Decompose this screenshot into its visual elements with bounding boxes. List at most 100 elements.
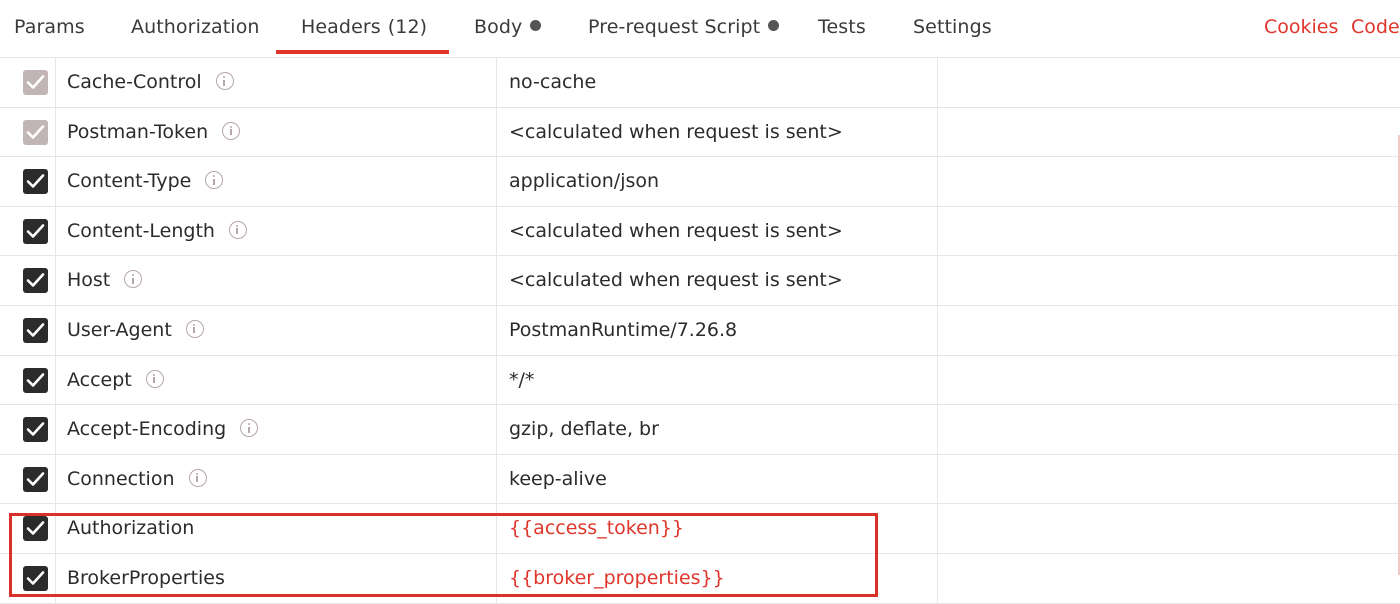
header-key-wrap: User-Agent <box>67 319 204 341</box>
tab-headers-count: (12) <box>387 16 428 38</box>
header-key-wrap: Content-Type <box>67 170 224 193</box>
checkmark-icon <box>26 372 45 387</box>
checkmark-icon <box>26 422 45 436</box>
header-value-cell[interactable]: {{access_token}} <box>497 504 938 553</box>
header-enable-cell <box>0 305 56 355</box>
header-description-cell[interactable] <box>938 157 1400 206</box>
header-row: Accept */* <box>0 355 1400 406</box>
header-enable-checkbox[interactable] <box>23 218 48 244</box>
header-value-cell[interactable]: <calculated when request is sent> <box>497 107 938 157</box>
header-enable-checkbox[interactable] <box>23 317 48 343</box>
info-icon[interactable] <box>228 220 247 239</box>
header-description-cell[interactable] <box>938 58 1400 107</box>
info-icon[interactable] <box>188 468 207 487</box>
header-description-cell[interactable] <box>938 455 1400 504</box>
header-description-cell[interactable] <box>938 108 1400 157</box>
header-key-wrap: Authorization <box>67 517 194 539</box>
header-key-cell[interactable]: Accept <box>56 355 497 405</box>
code-link[interactable]: Code <box>1351 16 1400 38</box>
header-value: <calculated when request is sent> <box>509 269 843 292</box>
checkmark-icon <box>26 223 45 238</box>
header-value: {{access_token}} <box>509 517 685 540</box>
header-value: {{broker_properties}} <box>509 566 725 589</box>
header-value-cell[interactable]: <calculated when request is sent> <box>497 256 938 305</box>
header-description-cell[interactable] <box>938 504 1400 553</box>
request-tab-bar: Params Authorization Headers (12) Body Pr… <box>0 0 1400 58</box>
tab-pre-request-script[interactable]: Pre-request Script <box>588 16 780 38</box>
header-key-cell[interactable]: Cache-Control <box>56 58 497 107</box>
header-key-cell[interactable]: Connection <box>56 454 497 504</box>
cookies-link[interactable]: Cookies <box>1264 16 1338 38</box>
header-value-cell[interactable]: <calculated when request is sent> <box>497 206 938 256</box>
header-value-cell[interactable]: gzip, deflate, br <box>497 405 938 454</box>
header-enable-checkbox[interactable] <box>23 169 48 195</box>
header-description-cell[interactable] <box>938 256 1400 305</box>
tab-body[interactable]: Body <box>474 16 542 38</box>
header-key-wrap: Host <box>67 269 143 291</box>
header-description-cell[interactable] <box>938 306 1400 355</box>
tab-tests[interactable]: Tests <box>818 16 866 38</box>
header-row: Host <calculated when request is sent> <box>0 256 1400 306</box>
header-key-wrap: Postman-Token <box>67 121 241 143</box>
header-key: Accept-Encoding <box>67 418 227 441</box>
header-enable-cell <box>0 107 56 157</box>
header-description-cell[interactable] <box>938 356 1400 405</box>
header-enable-checkbox[interactable] <box>23 417 48 443</box>
header-enable-cell <box>0 405 56 454</box>
header-enable-checkbox[interactable] <box>23 565 48 591</box>
checkmark-icon <box>26 571 45 585</box>
header-key-wrap: Connection <box>67 468 207 490</box>
active-tab-indicator <box>276 50 449 54</box>
header-value: */* <box>509 368 535 391</box>
info-icon[interactable] <box>145 369 164 388</box>
info-icon[interactable] <box>215 72 234 90</box>
tab-body-label: Body <box>474 16 523 38</box>
header-value-cell[interactable]: no-cache <box>497 58 938 107</box>
tab-params[interactable]: Params <box>14 16 85 38</box>
info-icon[interactable] <box>205 171 224 190</box>
header-enable-checkbox[interactable] <box>23 367 48 393</box>
tab-headers[interactable]: Headers (12) <box>301 16 427 38</box>
header-row: BrokerProperties {{broker_properties}} <box>0 553 1400 604</box>
header-description-cell[interactable] <box>938 554 1400 603</box>
header-enable-checkbox[interactable] <box>23 268 48 294</box>
header-row: Connection keep-alive <box>0 454 1400 505</box>
header-description-cell[interactable] <box>938 207 1400 256</box>
header-description-cell[interactable] <box>938 405 1400 454</box>
header-value-cell[interactable]: {{broker_properties}} <box>497 553 938 603</box>
header-key-cell[interactable]: Content-Type <box>56 157 497 206</box>
header-key-cell[interactable]: Authorization <box>56 504 497 553</box>
header-key: Cache-Control <box>67 71 202 93</box>
header-key-cell[interactable]: BrokerProperties <box>56 553 497 603</box>
info-icon[interactable] <box>222 121 241 140</box>
header-enable-checkbox[interactable] <box>23 516 48 542</box>
header-key-wrap: Accept-Encoding <box>67 418 259 441</box>
checkmark-icon <box>26 521 45 536</box>
header-enable-cell <box>0 157 56 206</box>
info-icon[interactable] <box>240 419 259 438</box>
header-value-cell[interactable]: application/json <box>497 157 938 206</box>
header-key-wrap: Accept <box>67 369 164 391</box>
checkmark-icon <box>26 124 45 139</box>
header-value-cell[interactable]: keep-alive <box>497 454 938 504</box>
header-value-cell[interactable]: PostmanRuntime/7.26.8 <box>497 305 938 355</box>
header-key-cell[interactable]: Content-Length <box>56 206 497 256</box>
checkmark-icon <box>26 323 45 337</box>
tab-settings[interactable]: Settings <box>913 16 992 38</box>
info-icon[interactable] <box>185 319 204 338</box>
header-key-cell[interactable]: Accept-Encoding <box>56 405 497 454</box>
checkmark-icon <box>26 273 45 288</box>
header-key-cell[interactable]: Postman-Token <box>56 107 497 157</box>
header-key: Content-Length <box>67 219 215 242</box>
header-key-cell[interactable]: User-Agent <box>56 305 497 355</box>
info-icon[interactable] <box>124 270 143 289</box>
header-value-cell[interactable]: */* <box>497 355 938 405</box>
header-key: Content-Type <box>67 170 192 193</box>
header-value: <calculated when request is sent> <box>509 219 843 242</box>
header-key: User-Agent <box>67 318 172 341</box>
header-value: keep-alive <box>509 467 607 490</box>
tab-authorization[interactable]: Authorization <box>131 16 260 38</box>
header-key-cell[interactable]: Host <box>56 256 497 305</box>
header-key: Authorization <box>67 517 195 540</box>
header-enable-checkbox[interactable] <box>23 466 48 492</box>
